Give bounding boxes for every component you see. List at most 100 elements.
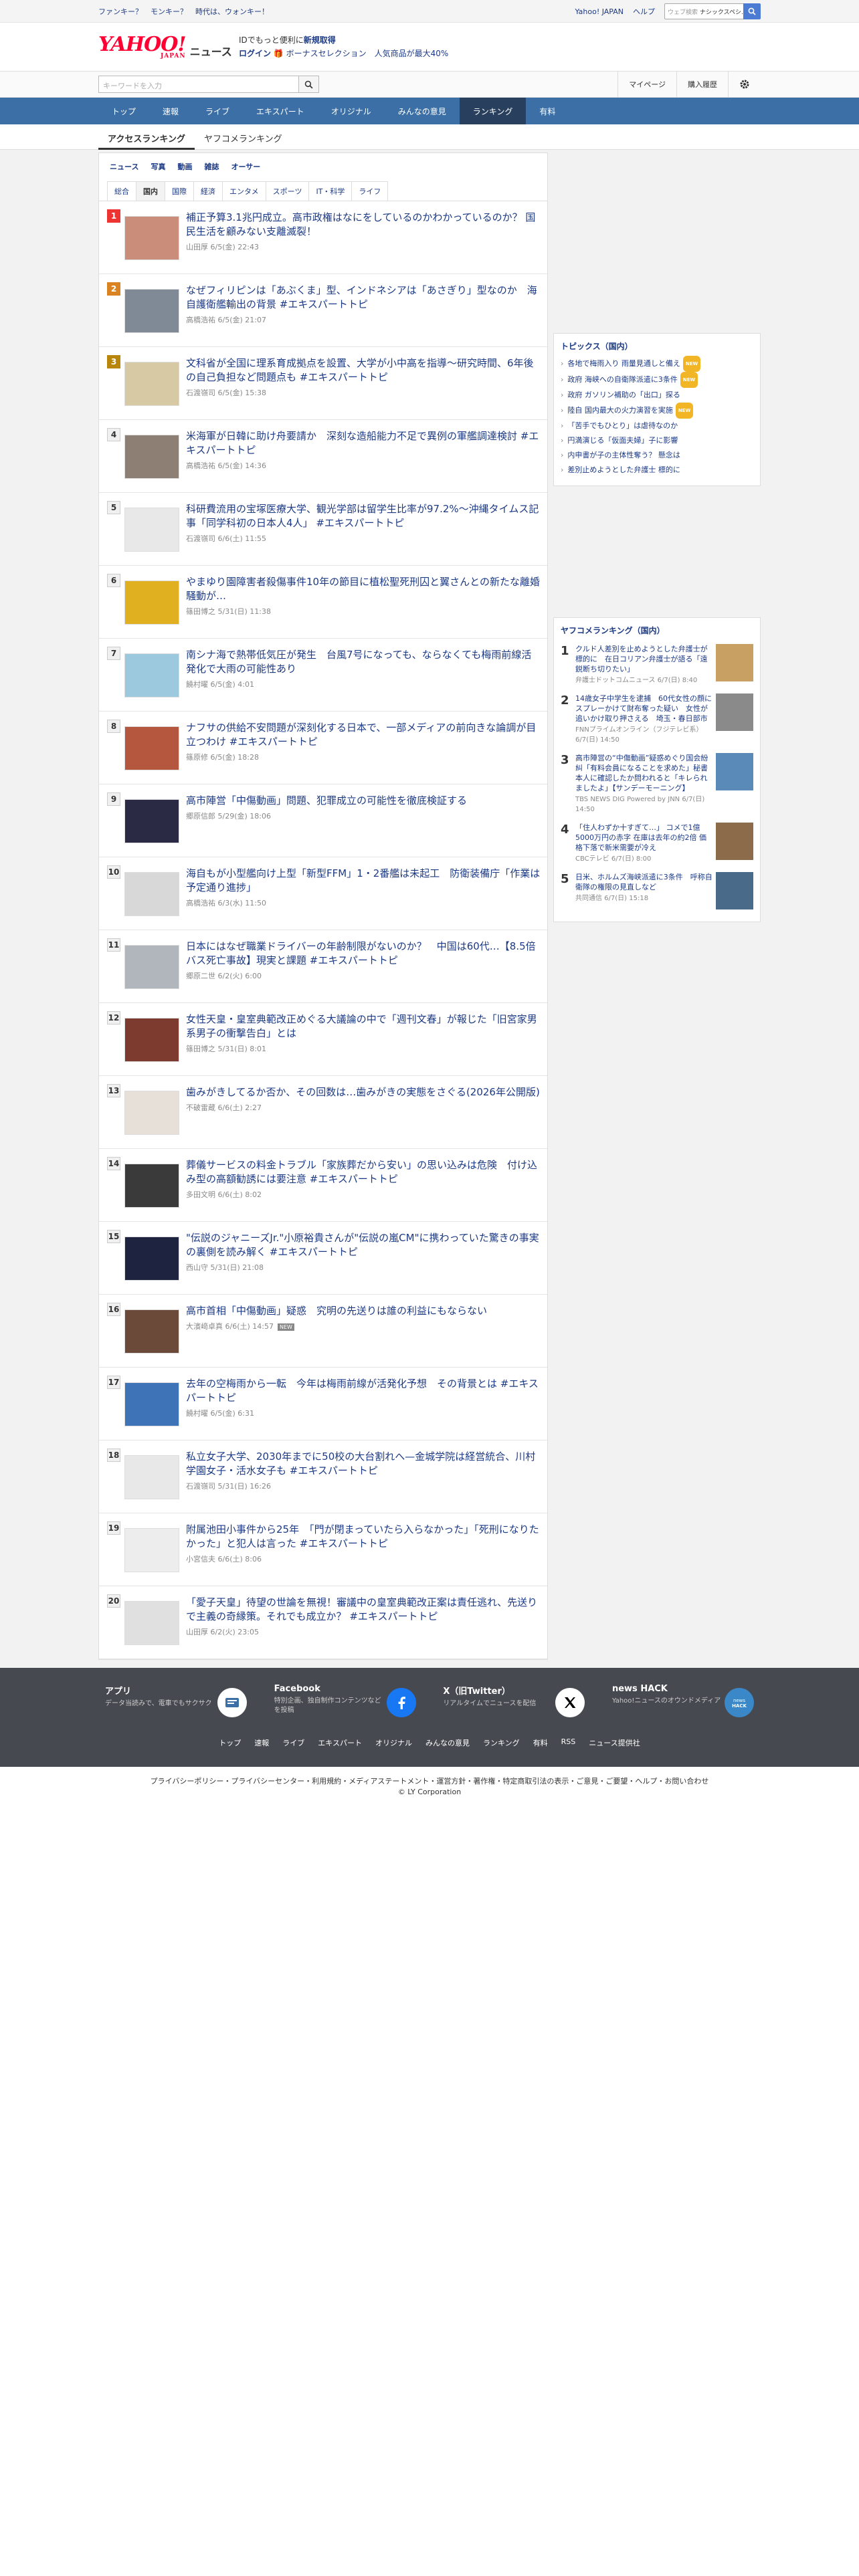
ranking-row[interactable]: 8 ナフサの供給不安問題が深刻化する日本で、一部メディアの前向きな論調が目立つわけ… — [99, 712, 547, 784]
article-title[interactable]: 「愛子天皇」待望の世論を無視！審議中の皇室典範改正案は責任逃れ、先送りで主義の奇… — [186, 1596, 541, 1624]
article-thumbnail[interactable] — [124, 653, 179, 697]
article-title[interactable]: なぜフィリピンは「あぶくま」型、インドネシアは「あさぎり」型なのか 海自護衛艦輸… — [186, 284, 541, 312]
news-search-input[interactable]: キーワードを入力 — [98, 76, 299, 93]
topic-item[interactable]: › 差別止めようとした弁護士 標的に — [561, 463, 753, 477]
nav-expert[interactable]: エキスパート — [243, 98, 318, 124]
ranking-row[interactable]: 12 女性天皇・皇室典範改正めぐる大議論の中で「週刊文春」が報じた「旧宮家男系男子… — [99, 1003, 547, 1076]
article-thumbnail[interactable] — [124, 1164, 179, 1208]
article-thumbnail[interactable] — [124, 580, 179, 625]
comment-ranking-thumbnail[interactable] — [716, 693, 753, 731]
article-title[interactable]: 海自もが小型艦向け上型「新型FFM」1・2番艦は未起工 防衛装備庁「作業は予定通… — [186, 867, 541, 895]
nav-original[interactable]: オリジナル — [318, 98, 385, 124]
article-thumbnail[interactable] — [124, 1309, 179, 1354]
ranking-row[interactable]: 19 附属池田小事件から25年 「門が閉まっていたら入らなかった」「死刑になりたか… — [99, 1513, 547, 1586]
genre-tab-all[interactable]: 総合 — [107, 181, 136, 201]
footer-card[interactable]: news HACK Yahoo!ニュースのオウンドメディア news HACK — [605, 1681, 761, 1723]
article-thumbnail[interactable] — [124, 435, 179, 479]
genre-tab-economy[interactable]: 経済 — [193, 181, 223, 201]
article-title[interactable]: 文科省が全国に理系育成拠点を設置、大学が小中高を指導～研究時間、6年後の自己負担… — [186, 356, 541, 385]
media-tab-magazine[interactable]: 雑誌 — [204, 161, 219, 172]
topic-item[interactable]: › 「苦手でもひとり」は虐待なのか — [561, 419, 753, 433]
mypage-link[interactable]: マイページ — [617, 72, 676, 97]
ranking-row[interactable]: 18 私立女子大学、2030年までに50校の大台割れへ—金城学院は経営統合、川村学… — [99, 1440, 547, 1513]
article-thumbnail[interactable] — [124, 1528, 179, 1572]
footer-link[interactable]: エキスパート — [318, 1737, 362, 1748]
article-title[interactable]: 科研費流用の宝塚医療大学、観光学部は留学生比率が97.2%～沖縄タイムス記事「同… — [186, 502, 541, 530]
comment-ranking-title[interactable]: 日米、ホルムズ海峡派遣に3条件 呼称自衛隊の権限の見直しなど — [575, 873, 712, 891]
ranking-row[interactable]: 17 去年の空梅雨から一転 今年は梅雨前線が活発化予想 その背景とは #エキスパー… — [99, 1368, 547, 1440]
tab-access-ranking[interactable]: アクセスランキング — [98, 132, 195, 150]
article-title[interactable]: 歯みがきしてるか否か、その回数は…歯みがきの実態をさぐる(2026年公開版) — [186, 1085, 541, 1099]
article-thumbnail[interactable] — [124, 216, 179, 260]
comment-ranking-title[interactable]: 高市陣営の“中傷動画”疑惑めぐり国会紛糾「有料会員になることを求めた」秘書本人に… — [575, 754, 708, 792]
ranking-row[interactable]: 10 海自もが小型艦向け上型「新型FFM」1・2番艦は未起工 防衛装備庁「作業は予… — [99, 857, 547, 930]
promo-link-1[interactable]: ファンキー？ — [98, 6, 142, 17]
bonus-link[interactable]: ボーナスセレクション 人気商品が最大40% — [286, 49, 449, 58]
signup-link[interactable]: 新規取得 — [304, 35, 336, 45]
nav-breaking[interactable]: 速報 — [149, 98, 192, 124]
article-thumbnail[interactable] — [124, 362, 179, 406]
comment-ranking-thumbnail[interactable] — [716, 753, 753, 790]
web-search-input[interactable]: ウェブ検索 ナシックスペシ... — [664, 3, 743, 19]
article-thumbnail[interactable] — [124, 945, 179, 989]
article-thumbnail[interactable] — [124, 1237, 179, 1281]
article-title[interactable]: 附属池田小事件から25年 「門が閉まっていたら入らなかった」「死刑になりたかった… — [186, 1523, 541, 1551]
footer-link[interactable]: ランキング — [483, 1737, 520, 1748]
login-link[interactable]: ログイン — [239, 49, 271, 58]
article-thumbnail[interactable] — [124, 872, 179, 916]
ranking-row[interactable]: 7 南シナ海で熱帯低気圧が発生 台風7号になっても、ならなくても梅雨前線活発化で大… — [99, 639, 547, 712]
comment-ranking-title[interactable]: クルド人差別を止めようとした弁護士が標的に 在日コリアン弁護士が語る「遠鋭断ち切… — [575, 645, 708, 673]
genre-tab-domestic[interactable]: 国内 — [136, 181, 165, 201]
ranking-row[interactable]: 16 高市首相「中傷動画」疑惑 究明の先送りは誰の利益にもならない 大濱﨑卓真 6/… — [99, 1295, 547, 1368]
comment-ranking-item[interactable]: 3 高市陣営の“中傷動画”疑惑めぐり国会紛糾「有料会員になることを求めた」秘書本人… — [561, 749, 753, 819]
media-tab-author[interactable]: オーサー — [231, 161, 260, 172]
genre-tab-entertainment[interactable]: エンタメ — [222, 181, 266, 201]
comment-ranking-thumbnail[interactable] — [716, 644, 753, 681]
article-thumbnail[interactable] — [124, 289, 179, 333]
genre-tab-it-science[interactable]: IT・科学 — [308, 181, 353, 201]
media-tab-video[interactable]: 動画 — [177, 161, 192, 172]
media-tab-news[interactable]: ニュース — [110, 161, 138, 172]
ranking-row[interactable]: 13 歯みがきしてるか否か、その回数は…歯みがきの実態をさぐる(2026年公開版)… — [99, 1076, 547, 1149]
article-title[interactable]: 高市首相「中傷動画」疑惑 究明の先送りは誰の利益にもならない — [186, 1304, 541, 1318]
article-thumbnail[interactable] — [124, 1382, 179, 1426]
ranking-row[interactable]: 6 やまゆり園障害者殺傷事件10年の節目に植松聖死刑囚と翼さんとの新たな離婚騒動が… — [99, 566, 547, 639]
topic-item[interactable]: › 政府 ガソリン補助の「出口」探る — [561, 388, 753, 403]
article-title[interactable]: "伝説のジャニーズJr."小原裕貴さんが"伝説の嵐CM"に携わっていた驚きの事実… — [186, 1231, 541, 1259]
ranking-row[interactable]: 4 米海軍が日韓に助け舟要請か 深刻な造船能力不足で異例の軍艦調達検討 #エキスパ… — [99, 420, 547, 493]
article-thumbnail[interactable] — [124, 1601, 179, 1645]
article-thumbnail[interactable] — [124, 799, 179, 843]
article-title[interactable]: 女性天皇・皇室典範改正めぐる大議論の中で「週刊文春」が報じた「旧宮家男系男子の衝… — [186, 1012, 541, 1041]
article-title[interactable]: 米海軍が日韓に助け舟要請か 深刻な造船能力不足で異例の軍艦調達検討 #エキスパー… — [186, 429, 541, 457]
footer-link[interactable]: オリジナル — [375, 1737, 412, 1748]
tab-yahoo-comment-ranking[interactable]: ヤフコメランキング — [195, 132, 292, 150]
footer-link[interactable]: ニュース提供社 — [589, 1737, 640, 1748]
promo-link-3[interactable]: 時代は、ウォンキー！ — [195, 6, 269, 17]
yahoo-news-logo[interactable]: YAHOO! JAPAN ニュース — [98, 34, 239, 60]
yahoo-japan-link[interactable]: Yahoo! JAPAN — [575, 7, 624, 16]
news-search-button[interactable] — [299, 76, 319, 93]
web-search-button[interactable] — [743, 3, 761, 19]
ranking-row[interactable]: 20 「愛子天皇」待望の世論を無視！審議中の皇室典範改正案は責任逃れ、先送りで主義… — [99, 1586, 547, 1659]
comment-ranking-title[interactable]: 14歳女子中学生を逮捕 60代女性の顔にスプレーかけて財布奪った疑い 女性が追い… — [575, 694, 712, 723]
article-title[interactable]: ナフサの供給不安問題が深刻化する日本で、一部メディアの前向きな論調が目立つわけ … — [186, 721, 541, 749]
ranking-row[interactable]: 1 補正予算3.1兆円成立。高市政権はなにをしているのかわかっているのか？ 国民生… — [99, 201, 547, 274]
footer-card[interactable]: Facebook 特別企画、独自制作コンテンツなどを投稿 — [268, 1681, 423, 1723]
nav-opinion[interactable]: みんなの意見 — [385, 98, 460, 124]
genre-tab-sports[interactable]: スポーツ — [265, 181, 310, 201]
article-title[interactable]: 私立女子大学、2030年までに50校の大台割れへ—金城学院は経営統合、川村学園女… — [186, 1450, 541, 1478]
help-link[interactable]: ヘルプ — [633, 6, 655, 17]
comment-ranking-item[interactable]: 5 日米、ホルムズ海峡派遣に3条件 呼称自衛隊の権限の見直しなど 共同通信 6/7(… — [561, 868, 753, 914]
purchase-history-link[interactable]: 購入履歴 — [676, 72, 728, 97]
genre-tab-world[interactable]: 国際 — [165, 181, 194, 201]
article-title[interactable]: 去年の空梅雨から一転 今年は梅雨前線が活発化予想 その背景とは #エキスパートト… — [186, 1377, 541, 1405]
promo-link-2[interactable]: モンキー？ — [151, 6, 187, 17]
topic-item[interactable]: › 政府 海峡への自衛隊派遣に3条件 NEW — [561, 372, 753, 388]
nav-paid[interactable]: 有料 — [526, 98, 569, 124]
footer-link[interactable]: RSS — [561, 1737, 576, 1748]
article-title[interactable]: 南シナ海で熱帯低気圧が発生 台風7号になっても、ならなくても梅雨前線活発化で大雨… — [186, 648, 541, 676]
article-title[interactable]: 葬儀サービスの料金トラブル「家族葬だから安い」の思い込みは危険 付け込み型の高額… — [186, 1158, 541, 1186]
article-title[interactable]: 日本にはなぜ職業ドライバーの年齢制限がないのか？ 中国は60代…【8.5倍バス死… — [186, 940, 541, 968]
ranking-row[interactable]: 5 科研費流用の宝塚医療大学、観光学部は留学生比率が97.2%～沖縄タイムス記事「… — [99, 493, 547, 566]
media-tab-photo[interactable]: 写真 — [151, 161, 165, 172]
